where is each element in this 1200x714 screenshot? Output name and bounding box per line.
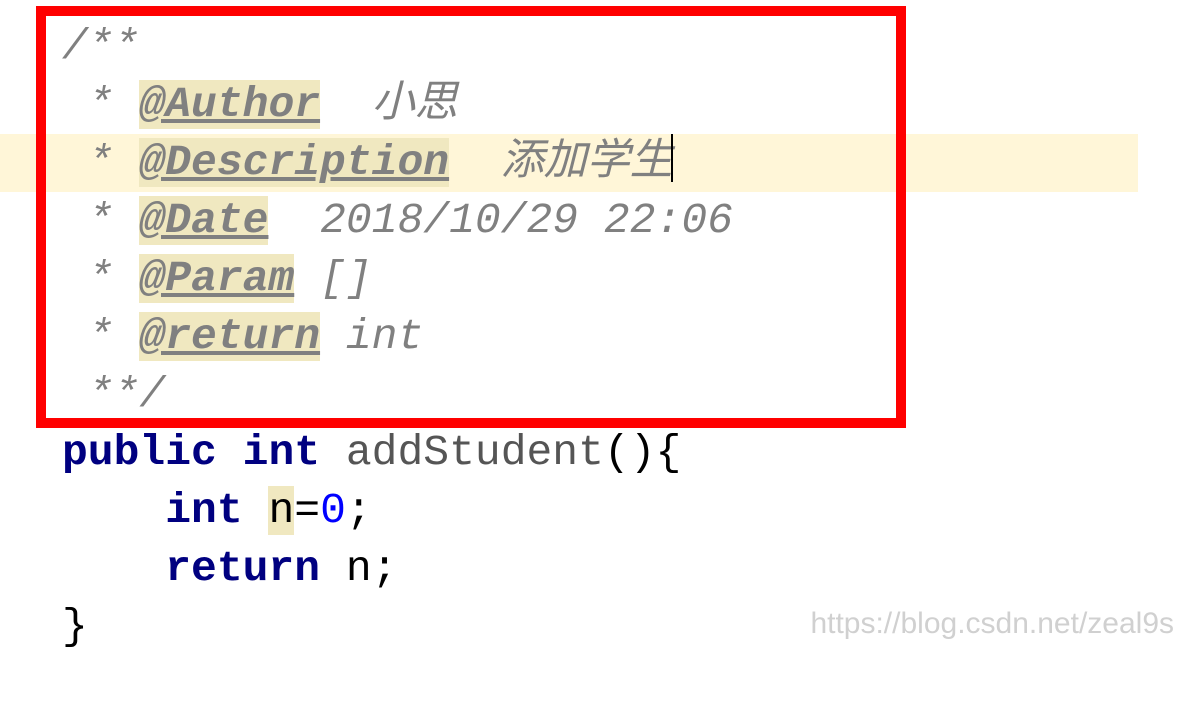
- highlight-box: [36, 6, 906, 428]
- keyword-public: public: [62, 428, 217, 477]
- variable-n: n: [268, 486, 294, 535]
- method-name: addStudent: [346, 428, 604, 477]
- keyword-int: int: [165, 486, 242, 535]
- watermark-text: https://blog.csdn.net/zeal9s: [810, 604, 1174, 645]
- keyword-int: int: [243, 428, 320, 477]
- variable-n: n: [346, 544, 372, 593]
- close-brace: }: [62, 602, 88, 651]
- keyword-return: return: [165, 544, 320, 593]
- literal-zero: 0: [320, 486, 346, 535]
